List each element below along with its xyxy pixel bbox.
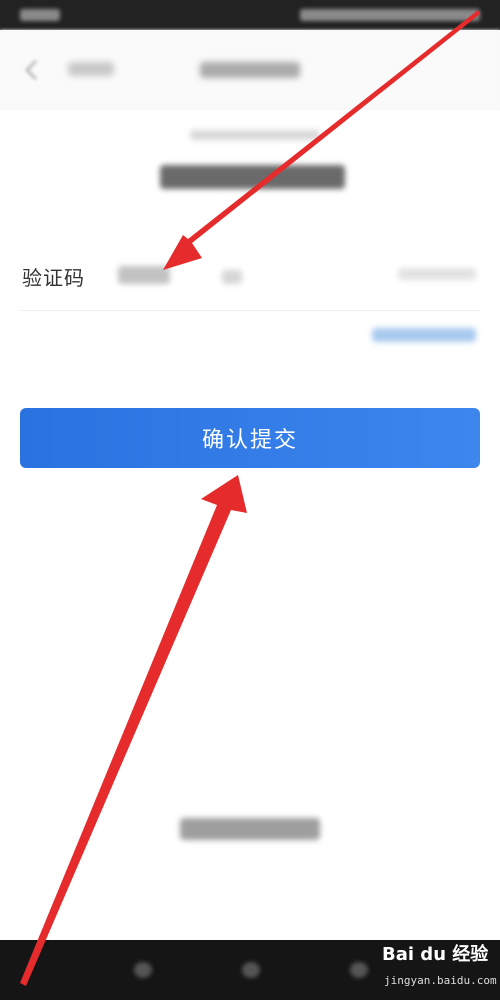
red-arrow-annotation xyxy=(20,10,480,986)
arrow-to-submit-button xyxy=(20,475,247,986)
arrow-to-code-input xyxy=(163,10,480,270)
